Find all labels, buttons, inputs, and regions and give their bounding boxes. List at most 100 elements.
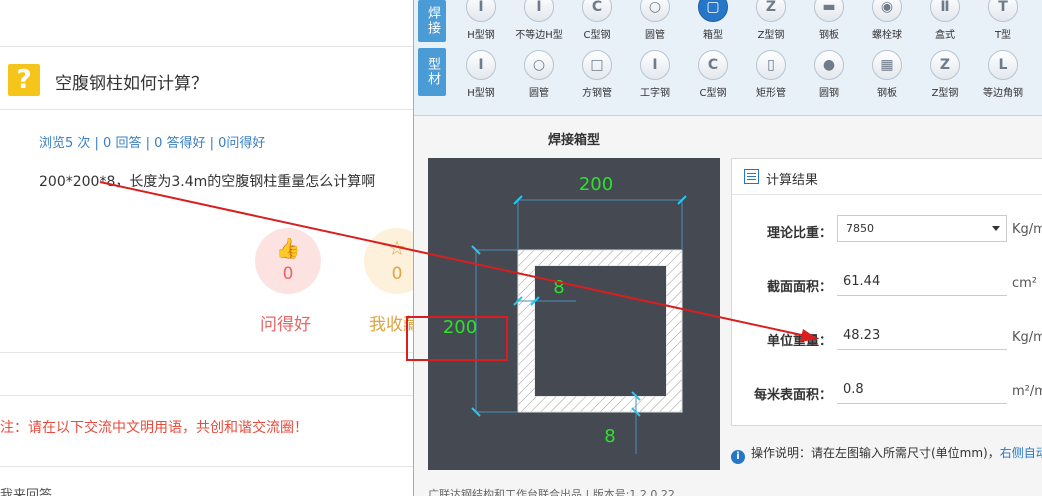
section-drawing-canvas[interactable]: 200 200 8 8 [428, 158, 720, 470]
tool-label: 工字钢 [640, 88, 670, 99]
tool-welded-box-type[interactable]: Ⅱ 盒式 [917, 0, 973, 41]
question-icon: ? [8, 64, 40, 96]
tool-label: C型钢 [583, 30, 611, 41]
tool-profile-square-tube[interactable]: □ 方钢管 [569, 50, 625, 99]
width-dimension: 200 [579, 174, 613, 195]
info-text: 操作说明：请在左图输入所需尺寸(单位mm)， [751, 446, 1000, 460]
app-footer: 广联达钢结构和工作台联合出品 | 版本号:1.2.0.22 [428, 488, 675, 496]
tool-welded-h-beam[interactable]: I H型钢 [453, 0, 509, 41]
round-bar-icon: ● [814, 50, 844, 80]
tool-welded-c-steel[interactable]: C C型钢 [569, 0, 625, 41]
tool-welded-unequal-h[interactable]: I 不等边H型 [511, 0, 567, 41]
tool-profile-rect-tube[interactable]: ▯ 矩形管 [743, 50, 799, 99]
area-field[interactable]: 61.44 [837, 269, 1007, 296]
tool-profile-pipe[interactable]: ○ 圆管 [511, 50, 567, 99]
divider [0, 46, 413, 47]
tool-label: 钢板 [877, 88, 897, 99]
h-beam-icon: I [466, 0, 496, 22]
result-title: 计算结果 [766, 173, 819, 188]
tool-profile-i-beam[interactable]: I 工字钢 [627, 50, 683, 99]
info-icon: i [731, 450, 745, 464]
tool-profile-z-steel[interactable]: Z Z型钢 [917, 50, 973, 99]
z-section-icon: Z [756, 0, 786, 22]
category-tab-welded[interactable]: 焊接 [418, 0, 446, 42]
pipe-icon: ○ [640, 0, 670, 22]
tool-profile-round-bar[interactable]: ● 圆钢 [801, 50, 857, 99]
divider [0, 466, 413, 467]
surface-label: 每米表面积： [753, 388, 832, 403]
tool-label: 圆管 [645, 30, 665, 41]
tool-label: T型 [994, 30, 1012, 41]
list-icon [744, 169, 759, 184]
tool-label: Z型钢 [757, 30, 785, 41]
tool-label: 矩形管 [756, 88, 786, 99]
tool-welded-z-steel[interactable]: Z Z型钢 [743, 0, 799, 41]
steel-calculator-app: 焊接 型材 I H型钢 I 不等边H型 C C型钢 ○ 圆管 ▢ 箱型 Z Z型钢 ▬ 钢板 … [413, 0, 1042, 496]
result-header: 计算结果 [732, 159, 1042, 195]
notice-text: 注：请在以下交流中文明用语，共创和谐交流圈！ [0, 420, 308, 436]
density-unit: Kg/m [1012, 222, 1042, 237]
t-section-icon: T [988, 0, 1018, 22]
result-panel: 计算结果 理论比重： 7850 Kg/m 截面面积： 61.44 cm² 单位重… [731, 158, 1042, 426]
tool-label: 箱型 [703, 30, 723, 41]
checker-plate-icon: ▦ [872, 50, 902, 80]
tool-welded-pipe[interactable]: ○ 圆管 [627, 0, 683, 41]
tool-profile-angle[interactable]: L 等边角钢 [975, 50, 1031, 99]
tool-label: H型钢 [467, 88, 495, 99]
info-link[interactable]: 右侧自动 [1000, 446, 1042, 460]
surface-field[interactable]: 0.8 [837, 377, 1007, 404]
tool-profile-h-beam[interactable]: I H型钢 [453, 50, 509, 99]
h-beam-icon: I [466, 50, 496, 80]
box-section-icon: ▢ [698, 0, 728, 22]
tool-welded-bolt-ball[interactable]: ◉ 螺栓球 [859, 0, 915, 41]
favorite-count: 0 [391, 264, 403, 284]
like-button[interactable]: 👍 0 [255, 228, 321, 294]
favorite-button[interactable]: ☆ 0 [364, 228, 413, 294]
unequal-h-icon: I [524, 0, 554, 22]
question-text: 200*200*8，长度为3.4m的空腹钢柱重量怎么计算啊 [39, 174, 376, 190]
question-stats[interactable]: 浏览5 次 | 0 回答 | 0 答得好 | 0问得好 [39, 132, 265, 151]
area-unit: cm² [1012, 276, 1038, 291]
tool-welded-box[interactable]: ▢ 箱型 [685, 0, 741, 41]
like-count: 0 [282, 264, 294, 284]
tool-label: C型钢 [699, 88, 727, 99]
bolt-ball-icon: ◉ [872, 0, 902, 22]
shape-toolbar: 焊接 型材 I H型钢 I 不等边H型 C C型钢 ○ 圆管 ▢ 箱型 Z Z型钢 ▬ 钢板 … [414, 0, 1042, 116]
thumbs-up-icon: 👍 [275, 236, 301, 260]
density-select[interactable]: 7850 [837, 215, 1007, 242]
square-tube-icon: □ [582, 50, 612, 80]
tool-label: 不等边H型 [515, 30, 563, 41]
c-channel-icon: C [582, 0, 612, 22]
screenshot-root: ? 空腹钢柱如何计算？ 浏览5 次 | 0 回答 | 0 答得好 | 0问得好 … [0, 0, 1042, 496]
divider [0, 395, 413, 396]
tool-label: 盒式 [935, 30, 955, 41]
answer-link[interactable]: 我来回答 [0, 484, 52, 496]
star-icon: ☆ [388, 236, 406, 260]
tool-welded-plate[interactable]: ▬ 钢板 [801, 0, 857, 41]
c-channel-icon: C [698, 50, 728, 80]
angle-steel-icon: L [988, 50, 1018, 80]
weight-unit: Kg/m [1012, 330, 1042, 345]
tool-label: 圆钢 [819, 88, 839, 99]
i-beam-icon: I [640, 50, 670, 80]
weight-label: 单位重量： [766, 334, 832, 349]
tool-label: 方钢管 [582, 88, 612, 99]
tool-label: 钢板 [819, 30, 839, 41]
tool-welded-t-steel[interactable]: T T型 [975, 0, 1031, 41]
plate-icon: ▬ [814, 0, 844, 22]
box-section-diagram: 200 200 8 8 [443, 174, 687, 454]
tool-profile-plate[interactable]: ▦ 钢板 [859, 50, 915, 99]
highlight-box [406, 316, 508, 361]
weight-field[interactable]: 48.23 [837, 323, 1007, 350]
divider [0, 109, 413, 110]
tool-label: 圆管 [529, 88, 549, 99]
tool-label: H型钢 [467, 30, 495, 41]
chevron-down-icon [992, 226, 1000, 231]
z-section-icon: Z [930, 50, 960, 80]
tool-profile-c-steel[interactable]: C C型钢 [685, 50, 741, 99]
area-label: 截面面积： [766, 280, 832, 295]
category-tab-profile[interactable]: 型材 [418, 48, 446, 96]
tool-label: 等边角钢 [983, 88, 1023, 99]
box-type-icon: Ⅱ [930, 0, 960, 22]
surface-unit: m²/m [1012, 384, 1042, 399]
